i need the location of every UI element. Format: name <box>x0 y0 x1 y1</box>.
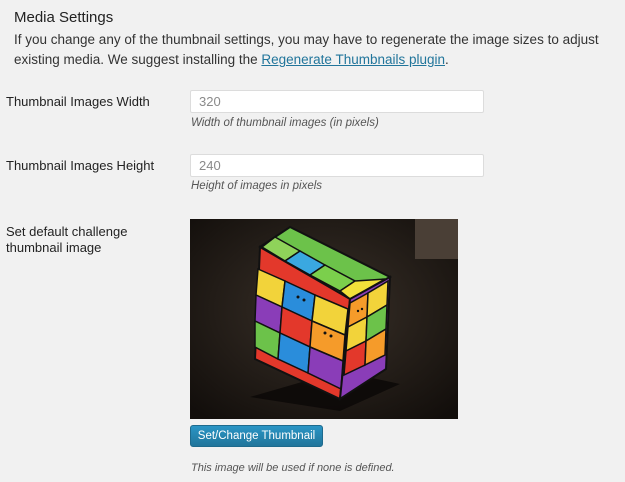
thumbnail-height-label: Thumbnail Images Height <box>6 158 155 173</box>
section-title: Media Settings <box>14 9 114 26</box>
set-change-thumbnail-button[interactable]: Set/Change Thumbnail <box>190 425 323 447</box>
thumbnail-width-description: Width of thumbnail images (in pixels) <box>191 117 379 129</box>
thumbnail-width-input[interactable] <box>190 90 484 113</box>
cube-photo <box>190 219 458 419</box>
default-thumbnail-note: This image will be used if none is defin… <box>191 462 395 474</box>
thumbnail-height-description: Height of images in pixels <box>191 180 323 192</box>
thumbnail-image <box>190 219 458 419</box>
default-thumbnail-label: Set default challenge thumbnail image <box>6 224 128 255</box>
section-description-end: . <box>445 52 449 67</box>
thumbnail-height-input[interactable] <box>190 154 484 177</box>
section-description: If you change any of the thumbnail setti… <box>14 30 614 70</box>
thumbnail-width-label: Thumbnail Images Width <box>6 94 150 109</box>
regenerate-thumbnails-link[interactable]: Regenerate Thumbnails plugin <box>261 52 445 67</box>
